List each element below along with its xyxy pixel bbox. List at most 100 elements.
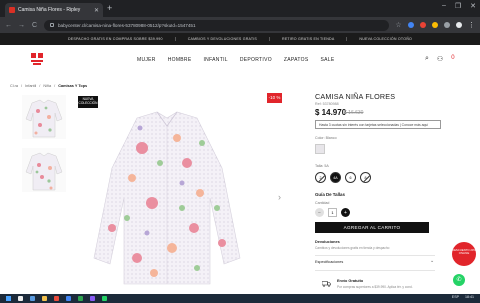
app-icon[interactable] <box>78 296 83 301</box>
new-tab-button[interactable]: + <box>107 3 112 13</box>
size-option[interactable]: 8 <box>360 172 371 183</box>
windows-start-icon[interactable] <box>6 296 11 301</box>
returns-title: Devoluciones <box>315 240 340 244</box>
breadcrumb: Cl.ra / Infantil / Niña / Camisas Y Tops <box>10 84 87 88</box>
user-icon[interactable]: ⚇ <box>437 55 443 63</box>
promo-bar: DESPACHO GRATIS EN COMPRAS SOBRE $39.990… <box>0 33 480 45</box>
specifications-toggle[interactable]: Especificaciones <box>315 260 343 264</box>
shipping-title: Envío Gratuito <box>337 279 364 283</box>
size-option-selected[interactable]: 4A <box>330 172 341 183</box>
product-thumbnail[interactable] <box>22 95 66 139</box>
gallery-next-arrow[interactable]: › <box>278 192 281 202</box>
promo-item[interactable]: NUEVA COLECCIÓN OTOÑO <box>347 37 424 41</box>
product-title: CAMISA NIÑA FLORES <box>315 92 396 101</box>
nav-item-deportivo[interactable]: DEPORTIVO <box>240 57 272 63</box>
url-text: babycenter.cl/camisa-nina-flores-5378098… <box>58 22 196 28</box>
product-old-price: $ 16.630 <box>344 110 364 116</box>
promo-item[interactable]: RETIRO GRATIS EN TIENDA <box>270 37 348 41</box>
whatsapp-icon[interactable]: ✆ <box>453 274 465 286</box>
window-controls: – ❐ ✕ <box>442 2 476 10</box>
browser-menu-icon[interactable]: ⋮ <box>468 21 475 29</box>
tab-close-icon[interactable]: ✕ <box>94 7 99 14</box>
extension-icon[interactable] <box>420 22 426 28</box>
forward-button[interactable]: → <box>18 22 25 29</box>
quantity-minus-button[interactable]: − <box>315 208 324 217</box>
divider <box>315 255 435 256</box>
size-label: Talla: 5A <box>315 164 329 168</box>
nav-item-infantil[interactable]: INFANTIL <box>203 57 227 63</box>
browser-tab[interactable]: Camisa Niña Flores - Ripley ✕ <box>5 3 103 17</box>
url-input[interactable]: babycenter.cl/camisa-nina-flores-5378098… <box>44 19 389 31</box>
clock[interactable]: 18:41 <box>465 295 474 299</box>
size-option[interactable]: 2 <box>315 172 326 183</box>
back-button[interactable]: ← <box>5 22 12 29</box>
extensions-puzzle-icon[interactable] <box>444 22 450 28</box>
breadcrumb-item[interactable]: Niña <box>43 84 51 88</box>
language-indicator[interactable]: ESP <box>452 295 459 299</box>
taskview-icon[interactable] <box>30 296 35 301</box>
os-taskbar: ESP 18:41 <box>0 294 480 303</box>
favicon-icon <box>9 7 15 13</box>
app-icon[interactable] <box>90 296 95 301</box>
shopping-bag-icon[interactable]: 0 <box>451 55 454 63</box>
main-nav: MUJER HOMBRE INFANTIL DEPORTIVO ZAPATOS … <box>137 57 335 63</box>
extension-icon[interactable] <box>432 22 438 28</box>
search-icon[interactable]: ⌕ <box>425 55 429 63</box>
promo-item[interactable]: CAMBIOS Y DEVOLUCIONES GRATIS <box>176 37 271 41</box>
nav-item-sale[interactable]: SALE <box>321 57 335 63</box>
truck-icon <box>322 281 331 287</box>
product-main-image[interactable] <box>82 108 252 288</box>
breadcrumb-separator: / <box>54 84 56 88</box>
quantity-label: Cantidad <box>315 201 330 205</box>
quantity-stepper: − 1 + <box>315 208 350 217</box>
size-guide-link[interactable]: Guía De Tallas <box>315 192 345 197</box>
header-icons: ⌕ ⚇ 0 <box>425 55 455 63</box>
whatsapp-app-icon[interactable] <box>102 296 107 301</box>
color-label: Color: Blanco <box>315 136 337 140</box>
tab-title: Camisa Niña Flores - Ripley <box>18 7 81 13</box>
shipping-subtitle: Por compras superiores a $39.990. Aplica… <box>337 285 413 289</box>
breadcrumb-separator: / <box>21 84 23 88</box>
add-to-cart-button[interactable]: AGREGAR AL CARRITO <box>315 222 429 233</box>
product-thumbnail[interactable] <box>22 148 66 192</box>
search-icon[interactable] <box>18 296 23 301</box>
close-window-button[interactable]: ✕ <box>470 2 476 10</box>
browser-tab-bar: Camisa Niña Flores - Ripley ✕ + – ❐ ✕ <box>0 0 480 17</box>
address-bar: ← → C babycenter.cl/camisa-nina-flores-5… <box>0 17 480 33</box>
nav-item-hombre[interactable]: HOMBRE <box>168 57 192 63</box>
extension-icon[interactable] <box>408 22 414 28</box>
discount-badge: -10 % <box>267 93 282 103</box>
chrome-icon[interactable] <box>66 296 71 301</box>
system-tray: ESP 18:41 <box>452 295 474 299</box>
app-icon[interactable] <box>54 296 59 301</box>
color-swatch[interactable] <box>315 144 325 154</box>
bag-count: 0 <box>451 55 455 61</box>
minimize-button[interactable]: – <box>442 2 446 10</box>
new-collection-tag: NUEVA COLECCIÓN <box>78 96 98 108</box>
quantity-input[interactable]: 1 <box>328 208 337 217</box>
site-logo[interactable] <box>30 52 44 66</box>
size-option[interactable]: 6 <box>345 172 356 183</box>
installments-info[interactable]: Hasta 3 cuotas sin interés con tarjetas … <box>315 120 441 129</box>
nav-item-zapatos[interactable]: ZAPATOS <box>284 57 309 63</box>
breadcrumb-separator: / <box>39 84 41 88</box>
profile-avatar[interactable] <box>456 22 462 28</box>
breadcrumb-item[interactable]: Cl.ra <box>10 84 18 88</box>
file-explorer-icon[interactable] <box>42 296 47 301</box>
quantity-plus-button[interactable]: + <box>341 208 350 217</box>
nav-item-mujer[interactable]: MUJER <box>137 57 156 63</box>
floating-promo-badge[interactable]: DESCUENTO 20% ONLINE <box>452 242 476 266</box>
size-selector: 2 4A 6 8 <box>315 172 371 183</box>
returns-subtitle: Cambios y devoluciones gratis en tienda … <box>315 246 390 250</box>
product-sku: Ref: 53780988 <box>315 102 339 106</box>
reload-button[interactable]: C <box>31 22 38 29</box>
promo-item[interactable]: DESPACHO GRATIS EN COMPRAS SOBRE $39.990 <box>56 37 176 41</box>
breadcrumb-current: Camisas Y Tops <box>58 84 88 88</box>
divider <box>315 270 435 271</box>
bookmark-star-icon[interactable]: ☆ <box>395 21 402 29</box>
chevron-down-icon[interactable]: ⌄ <box>430 258 434 264</box>
breadcrumb-item[interactable]: Infantil <box>25 84 36 88</box>
maximize-button[interactable]: ❐ <box>455 2 461 10</box>
product-price: $ 14.970 <box>315 108 347 117</box>
lock-icon <box>50 23 54 27</box>
